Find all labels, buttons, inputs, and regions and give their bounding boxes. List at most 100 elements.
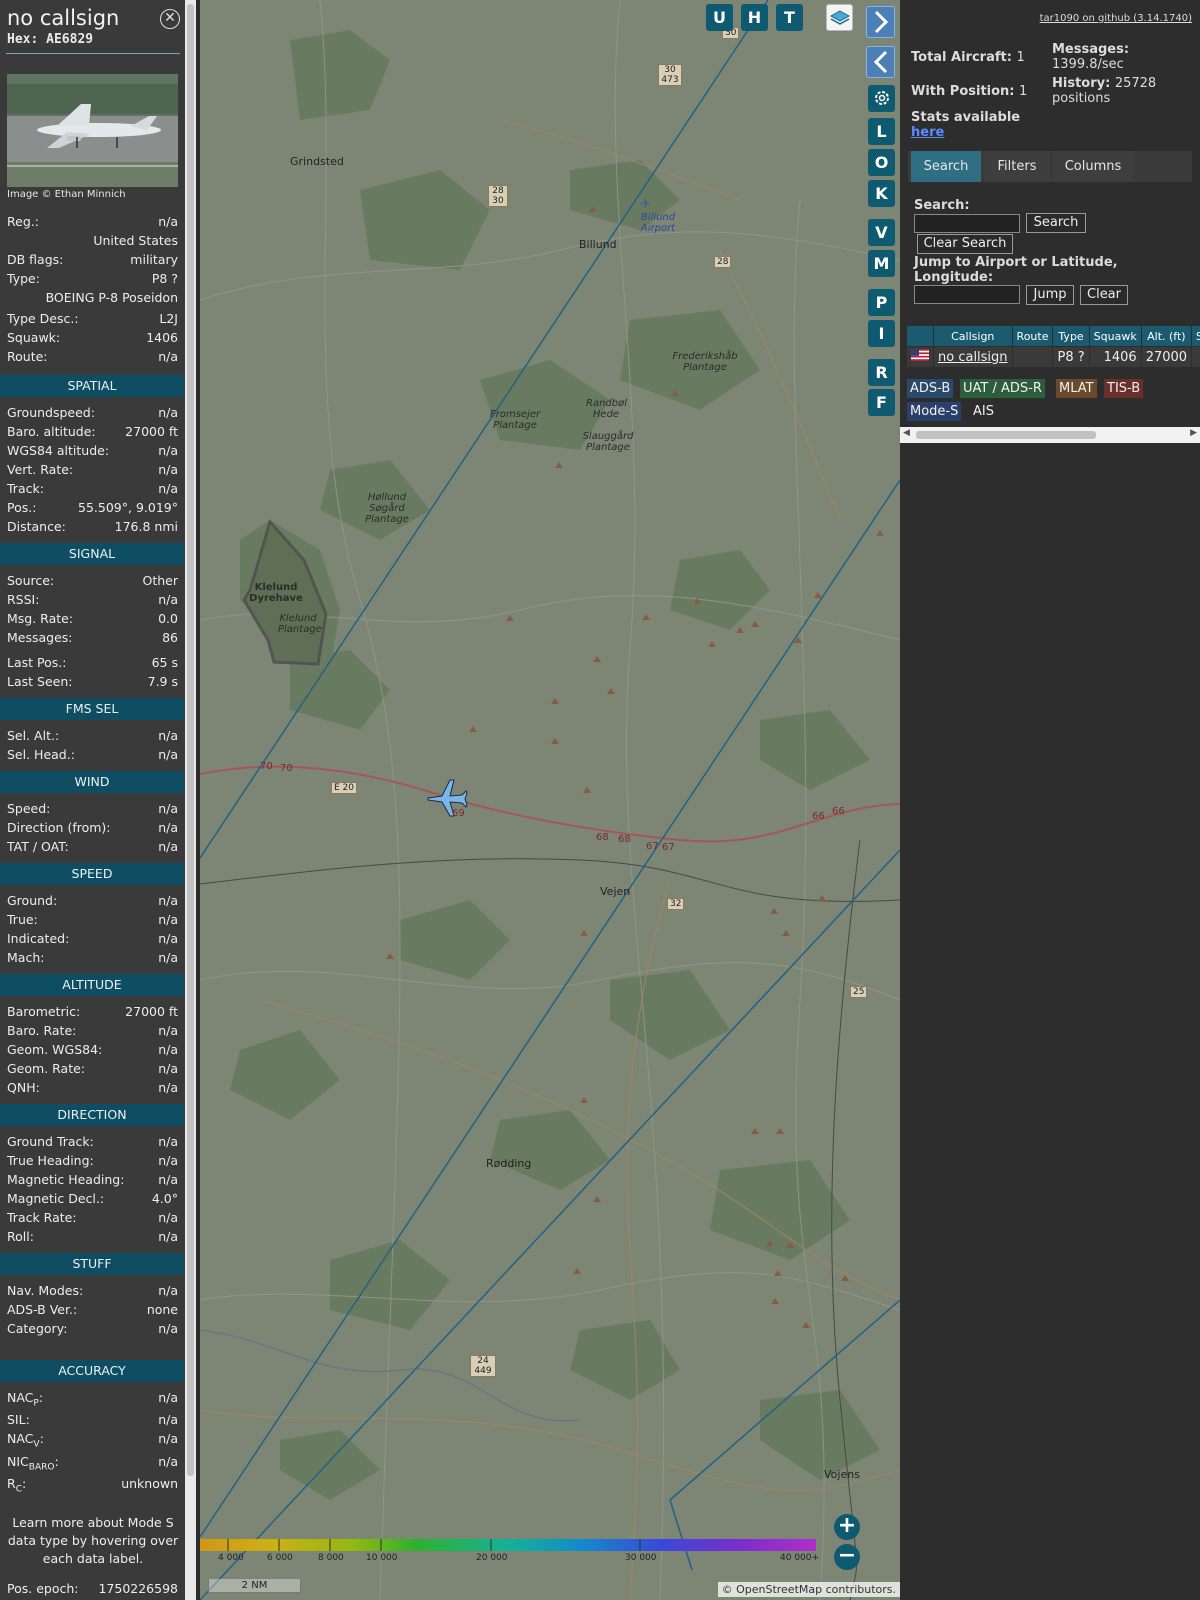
toggle-p-button[interactable]: P <box>868 289 895 316</box>
jump-button[interactable]: Jump <box>1026 285 1074 305</box>
toggle-l-button[interactable]: L <box>868 118 895 145</box>
scroll-right-icon[interactable]: ▶ <box>1190 428 1197 438</box>
row-key[interactable]: Ground: <box>7 893 57 908</box>
table-row[interactable]: no callsign P8 ? 1406 27000 <box>907 347 1200 367</box>
col-squawk-header[interactable]: Squawk <box>1089 326 1141 346</box>
section-header-stuff[interactable]: STUFF <box>0 1253 184 1275</box>
left-panel-scrollbar[interactable] <box>185 0 196 1600</box>
section-header-wind[interactable]: WIND <box>0 771 184 793</box>
row-key[interactable]: TAT / OAT: <box>7 839 69 854</box>
search-input[interactable] <box>914 214 1020 233</box>
toggle-m-button[interactable]: M <box>868 250 895 277</box>
source-tag-tisb[interactable]: TIS-B <box>1104 379 1144 398</box>
row-key[interactable]: Msg. Rate: <box>7 611 73 626</box>
row-key[interactable]: Pos.: <box>7 500 36 515</box>
row-key[interactable]: Last Pos.: <box>7 655 66 670</box>
row-key[interactable]: Messages: <box>7 630 73 645</box>
row-key[interactable]: Groundspeed: <box>7 405 95 420</box>
toggle-r-button[interactable]: R <box>868 359 895 386</box>
row-key[interactable]: Mach: <box>7 950 44 965</box>
row-key[interactable]: Magnetic Decl.: <box>7 1191 104 1206</box>
row-key[interactable]: Vert. Rate: <box>7 462 73 477</box>
row-key[interactable]: Source: <box>7 573 54 588</box>
row-key[interactable]: ADS-B Ver.: <box>7 1302 77 1317</box>
tab-columns[interactable]: Columns <box>1053 151 1133 182</box>
toggle-u-button[interactable]: U <box>706 4 733 31</box>
row-key[interactable]: NACP: <box>7 1390 43 1409</box>
row-key[interactable]: Direction (from): <box>7 820 111 835</box>
source-tag-ais[interactable]: AIS <box>970 402 997 421</box>
map-view[interactable]: ✈ Grindsted Billund Billund Airport Fred… <box>200 0 900 1600</box>
row-key[interactable]: QNH: <box>7 1080 40 1095</box>
zoom-in-button[interactable]: + <box>834 1514 860 1540</box>
row-key[interactable]: Geom. WGS84: <box>7 1042 102 1057</box>
row-key[interactable]: Indicated: <box>7 931 69 946</box>
section-header-direction[interactable]: DIRECTION <box>0 1104 184 1126</box>
section-header-fms[interactable]: FMS SEL <box>0 698 184 720</box>
row-key[interactable]: True Heading: <box>7 1153 94 1168</box>
toggle-f-button[interactable]: F <box>868 389 895 416</box>
col-type-header[interactable]: Type <box>1053 326 1089 346</box>
row-key[interactable]: Ground Track: <box>7 1134 94 1149</box>
toggle-o-button[interactable]: O <box>868 149 895 176</box>
expand-right-button[interactable] <box>866 6 895 38</box>
row-key[interactable]: Roll: <box>7 1229 34 1244</box>
layers-button[interactable] <box>826 4 853 31</box>
table-horizontal-scrollbar[interactable]: ◀ ▶ <box>900 427 1200 443</box>
version-link[interactable]: tar1090 on github (3.14.1740) <box>1040 13 1192 24</box>
tab-search[interactable]: Search <box>911 151 981 182</box>
row-key[interactable]: Baro. altitude: <box>7 424 96 439</box>
row-key[interactable]: Track Rate: <box>7 1210 77 1225</box>
row-callsign[interactable]: no callsign <box>934 347 1012 367</box>
toggle-v-button[interactable]: V <box>868 219 895 246</box>
row-key[interactable]: Barometric: <box>7 1004 80 1019</box>
row-key[interactable]: NICBARO: <box>7 1454 59 1473</box>
col-flag-header[interactable] <box>907 326 933 346</box>
section-header-signal[interactable]: SIGNAL <box>0 543 184 565</box>
source-tag-mlat[interactable]: MLAT <box>1056 379 1097 398</box>
section-header-spatial[interactable]: SPATIAL <box>0 375 184 397</box>
toggle-t-button[interactable]: T <box>776 4 803 31</box>
jump-clear-button[interactable]: Clear <box>1080 285 1128 305</box>
scroll-left-icon[interactable]: ◀ <box>903 428 910 438</box>
row-key[interactable]: Sel. Head.: <box>7 747 75 762</box>
scrollbar-thumb[interactable] <box>187 4 194 1476</box>
row-key[interactable]: Sel. Alt.: <box>7 728 59 743</box>
clear-search-button[interactable]: Clear Search <box>917 234 1013 254</box>
row-key[interactable]: RSSI: <box>7 592 39 607</box>
row-key[interactable]: Nav. Modes: <box>7 1283 83 1298</box>
row-key[interactable]: True: <box>7 912 38 927</box>
section-header-speed[interactable]: SPEED <box>0 863 184 885</box>
source-tag-adsb[interactable]: ADS-B <box>907 379 954 398</box>
scrollbar-thumb[interactable] <box>916 431 1096 439</box>
col-speed-header[interactable]: S <box>1192 326 1200 346</box>
source-tag-modes[interactable]: Mode-S <box>907 402 962 421</box>
toggle-h-button[interactable]: H <box>741 4 768 31</box>
search-button[interactable]: Search <box>1026 213 1086 233</box>
section-header-accuracy[interactable]: ACCURACY <box>0 1360 184 1382</box>
row-key[interactable]: Speed: <box>7 801 50 816</box>
row-key[interactable]: Track: <box>7 481 44 496</box>
row-key[interactable]: Category: <box>7 1321 67 1336</box>
settings-button[interactable] <box>868 85 895 112</box>
source-tag-uat[interactable]: UAT / ADS-R <box>960 379 1045 398</box>
close-icon[interactable]: ✕ <box>160 9 180 29</box>
row-key[interactable]: Last Seen: <box>7 674 72 689</box>
col-route-header[interactable]: Route <box>1012 326 1053 346</box>
col-callsign-header[interactable]: Callsign <box>934 326 1012 346</box>
stats-link[interactable]: here <box>911 125 1020 140</box>
section-header-altitude[interactable]: ALTITUDE <box>0 974 184 996</box>
zoom-out-button[interactable]: − <box>834 1544 860 1570</box>
row-key[interactable]: NACV: <box>7 1431 44 1450</box>
osm-link[interactable]: OpenStreetMap <box>736 1583 822 1596</box>
jump-input[interactable] <box>914 285 1020 304</box>
toggle-i-button[interactable]: I <box>868 320 895 347</box>
row-key[interactable]: RC: <box>7 1476 26 1495</box>
aircraft-photo[interactable] <box>7 74 178 187</box>
row-key[interactable]: Baro. Rate: <box>7 1023 76 1038</box>
toggle-k-button[interactable]: K <box>868 180 895 207</box>
collapse-left-button[interactable] <box>866 46 895 78</box>
row-key[interactable]: Distance: <box>7 519 66 534</box>
row-key[interactable]: WGS84 altitude: <box>7 443 109 458</box>
tab-filters[interactable]: Filters <box>984 151 1050 182</box>
